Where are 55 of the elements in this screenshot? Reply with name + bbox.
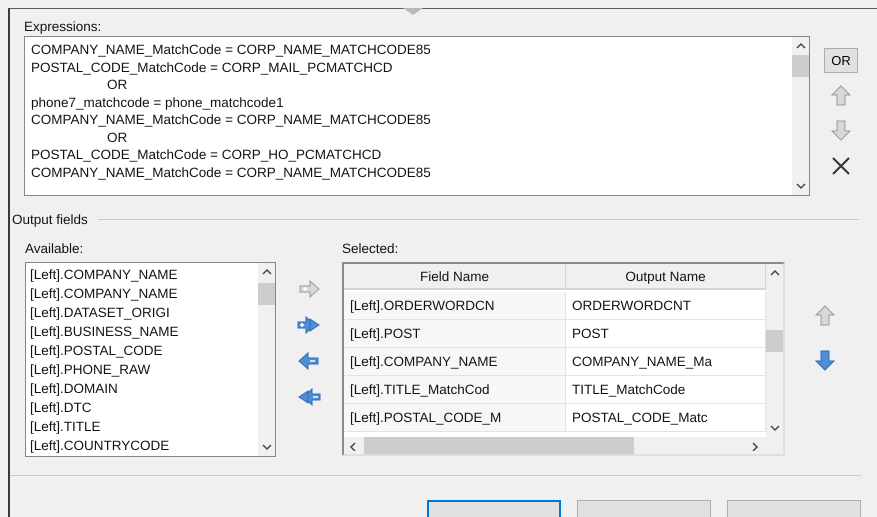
list-item[interactable]: [Left].BUSINESS_NAME <box>30 322 179 341</box>
list-item[interactable]: [Left].DOMAIN <box>30 379 118 398</box>
group-title: Output fields <box>12 212 88 227</box>
chevron-up-icon[interactable] <box>768 268 780 278</box>
table-cell: [Left].POSTAL_CODE_M <box>344 404 566 432</box>
expression-line: COMPANY_NAME_MatchCode = CORP_NAME_MATCHCODE85 <box>31 164 431 181</box>
dropdown-notch <box>403 8 423 15</box>
expressions-label: Expressions: <box>24 19 102 34</box>
vertical-scrollbar[interactable] <box>258 263 275 456</box>
expression-line: COMPANY_NAME_MatchCode = CORP_NAME_MATCHCODE85 <box>31 111 431 128</box>
operator-line: OR <box>107 76 128 94</box>
list-item[interactable]: [Left].DTC <box>30 398 92 417</box>
column-header[interactable]: Output Name <box>566 264 766 290</box>
right-arrow-icon <box>297 278 321 301</box>
list-item[interactable]: [Left].COMPANY_NAME <box>30 284 178 303</box>
double-left-arrow-icon <box>297 386 321 409</box>
or-button[interactable]: OR <box>824 48 858 73</box>
scrollbar-thumb[interactable] <box>258 283 275 305</box>
vertical-scrollbar[interactable] <box>792 37 809 195</box>
list-item[interactable]: [Left].COUNTRYCODE <box>30 436 170 455</box>
down-arrow-icon <box>813 349 837 372</box>
list-item[interactable]: [Left].POSTAL_CODE <box>30 341 163 360</box>
down-arrow-icon <box>829 119 853 142</box>
table-cell: [Left].COMPANY_NAME <box>344 348 566 376</box>
available-label: Available: <box>25 241 84 256</box>
scrollbar-thumb[interactable] <box>364 437 634 454</box>
list-item[interactable]: [Left].DATASET_ORIGI <box>30 303 170 322</box>
left-arrow-icon <box>297 350 321 373</box>
operator-line: OR <box>107 128 128 146</box>
column-header[interactable]: Field Name <box>344 264 566 290</box>
list-item[interactable]: [Left].TITLE <box>30 417 101 436</box>
scrollbar-thumb[interactable] <box>792 55 809 77</box>
expression-line: phone7_matchcode = phone_matchcode1 <box>31 94 284 111</box>
chevron-down-icon[interactable] <box>794 181 806 191</box>
chevron-up-icon[interactable] <box>260 267 272 277</box>
up-arrow-icon <box>829 84 853 107</box>
table-cell: [Left].ORDERWORDCN <box>344 292 566 320</box>
chevron-up-icon[interactable] <box>794 41 806 51</box>
up-arrow-icon <box>813 304 837 327</box>
expression-line: POSTAL_CODE_MatchCode = CORP_MAIL_PCMATCHCD <box>31 58 392 76</box>
selected-label: Selected: <box>342 241 400 256</box>
chevron-down-icon[interactable] <box>260 442 272 452</box>
double-right-arrow-icon <box>297 314 321 337</box>
table-cell: [Left].POST <box>344 320 566 348</box>
chevron-down-icon[interactable] <box>768 423 780 433</box>
expressions-box[interactable] <box>24 36 810 196</box>
available-list[interactable]: [Left].COMPANY_NAME [Left].COMPANY_NAME [Left].DATASET_ORIGI [Left].BUSINESS_NAME [Left].POSTAL_CODE [Left].PHONE_RAW [Left].DOMAIN [Left].DTC [Left].TITLE [Left].COUNTRYCODE <box>25 262 276 457</box>
list-item[interactable]: [Left].COMPANY_NAME <box>30 265 178 284</box>
list-item[interactable]: [Left].PHONE_RAW <box>30 360 150 379</box>
table-cell: [Left].TITLE_MatchCod <box>344 376 566 404</box>
scrollbar-thumb[interactable] <box>766 330 783 352</box>
expression-line: POSTAL_CODE_MatchCode = CORP_HO_PCMATCHCD <box>31 146 382 164</box>
expression-line: COMPANY_NAME_MatchCode = CORP_NAME_MATCHCODE85 <box>31 41 431 58</box>
selected-table[interactable]: Field Name Output Name [Left].ORDERWORDCN ORDERWORDCNT [Left].POST POST [Left].COMPANY_NAME COMPANY_NAME_Ma [Left].TITLE_MatchCod TITLE_MatchCode [Left].POSTAL_CODE_M POSTAL_CODE_Matc <box>342 262 785 456</box>
move-down-button[interactable] <box>812 348 838 373</box>
